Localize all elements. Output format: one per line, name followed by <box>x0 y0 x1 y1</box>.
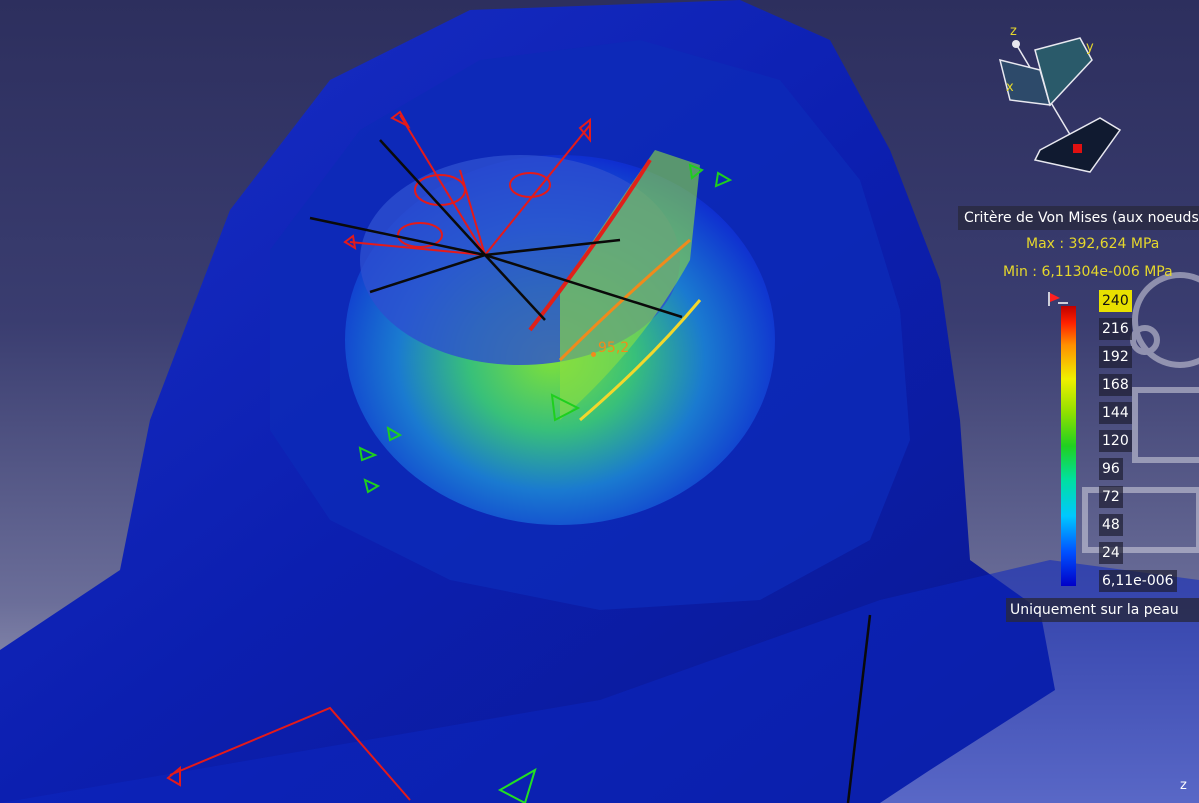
compass-widget[interactable] <box>998 37 1122 173</box>
callout-dot <box>591 352 596 357</box>
compass-x-label: x <box>1006 80 1014 95</box>
mechanical-part-model[interactable] <box>0 0 1199 803</box>
3d-viewport[interactable] <box>0 0 1199 803</box>
compass-y-label: y <box>1086 40 1094 55</box>
background-gear-outline <box>1082 272 1199 553</box>
color-scale-bar <box>1061 306 1076 586</box>
corner-axis-z-label: z <box>1180 778 1187 793</box>
compass-z-label: z <box>1010 24 1017 39</box>
value-callout: 95,2 <box>598 340 630 356</box>
scale-flag-icon[interactable] <box>1048 292 1068 306</box>
